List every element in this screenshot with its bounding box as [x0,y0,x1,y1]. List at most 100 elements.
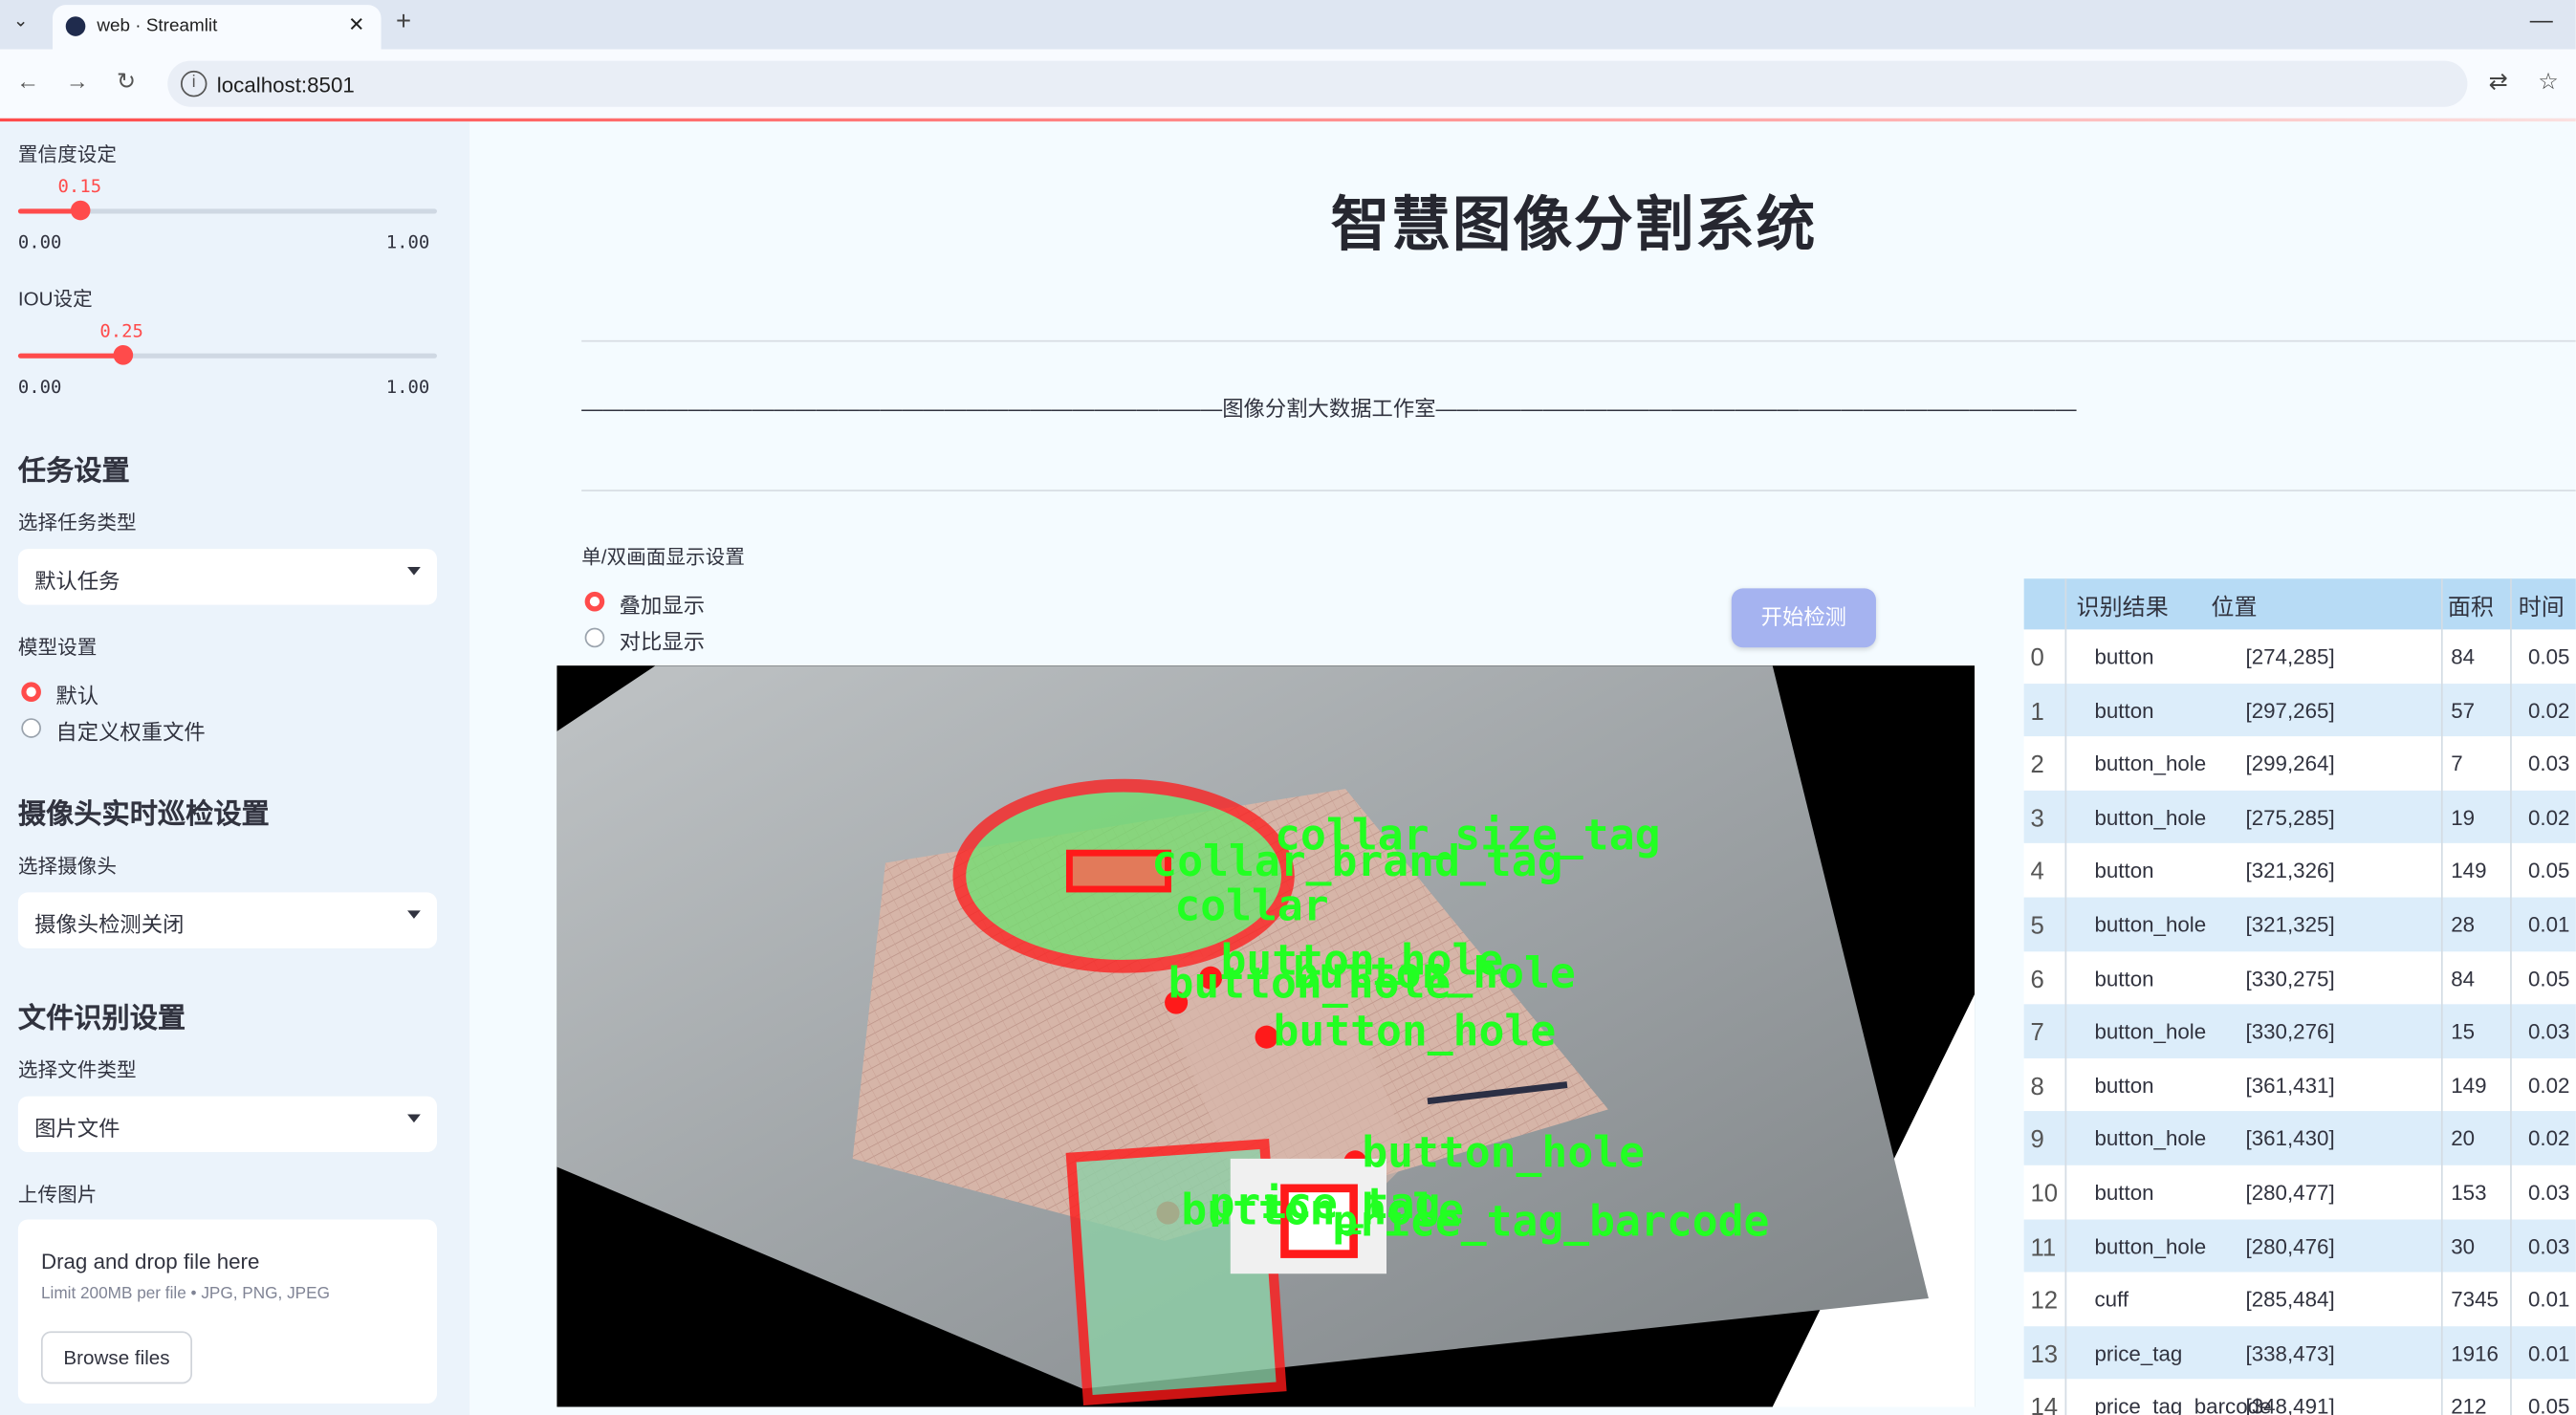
table-row[interactable]: 9 button_hole [361,430] 20 0.02 [2023,1111,2576,1165]
row-area: 20 [2451,1126,2476,1151]
row-index: 5 [2030,912,2044,941]
studio-banner: ——————————————————————————————图像分割大数据工作室… [581,396,2077,422]
file-settings-header: 文件识别设置 [17,1002,186,1034]
row-index: 3 [2030,804,2044,834]
row-time: 0.01 [2528,912,2570,937]
conf-min: 0.00 [17,231,62,253]
table-row[interactable]: 11 button_hole [280,476] 30 0.03 [2023,1218,2576,1273]
browser-tab[interactable]: web · Streamlit ✕ [52,5,382,50]
row-index: 13 [2030,1340,2059,1369]
table-row[interactable]: 12 cuff [285,484] 7345 0.01 [2024,1273,2576,1326]
conf-slider-handle[interactable] [71,200,91,221]
site-info-icon[interactable]: i [180,70,207,98]
table-row[interactable]: 7 button_hole [330,276] 15 0.03 [2023,1004,2576,1058]
label-text: collar_brand_tag [1151,837,1562,886]
radio-unselected-icon[interactable] [21,718,41,738]
minimize-icon[interactable]: — [2530,7,2553,33]
label-text: button_hole [1273,1006,1556,1056]
divider [581,339,2576,342]
row-time: 0.02 [2528,1073,2570,1098]
table-row[interactable]: 14 price_tag_barcode [348,491] 212 0.05 [2024,1380,2576,1415]
row-position: [274,285] [2245,643,2335,669]
column-divider [2064,578,2067,1415]
row-result: button [2094,697,2154,723]
row-position: [338,473] [2245,1340,2335,1366]
row-index: 12 [2030,1287,2059,1316]
start-detection-button[interactable]: 开始检测 [1731,588,1876,648]
row-position: [280,476] [2245,1233,2335,1259]
col-position[interactable]: 位置 [2211,590,2257,622]
row-time: 0.05 [2528,1394,2570,1415]
table-row[interactable]: 2 button_hole [299,264] 7 0.03 [2024,736,2576,790]
row-position: [321,325] [2245,912,2335,937]
table-row[interactable]: 6 button [330,275] 84 0.05 [2024,951,2576,1005]
table-row[interactable]: 0 button [274,285] 84 0.05 [2024,629,2576,683]
row-result: button_hole [2094,1019,2207,1044]
row-position: [330,276] [2245,1019,2335,1044]
col-area[interactable]: 面积 [2448,590,2494,622]
iou-slider-fill [17,353,123,359]
new-tab-icon[interactable]: + [396,9,411,38]
close-tab-icon[interactable]: ✕ [348,13,364,36]
label-text: price_tag_barcode [1332,1197,1769,1247]
file-type-label: 选择文件类型 [17,1058,137,1082]
tab-search-icon[interactable]: ⌄ [13,10,29,32]
label-text: button_hole [1168,958,1451,1008]
translate-icon[interactable]: ⇄ [2489,67,2508,95]
table-row[interactable]: 3 button_hole [275,285] 19 0.02 [2023,790,2576,844]
radio-unselected-icon[interactable] [584,627,605,648]
file-uploader[interactable]: Drag and drop file here Limit 200MB per … [17,1219,437,1404]
segmentation-result-image: collar_size_tag collar_brand_tag collar … [557,665,1976,1407]
conf-label: 置信度设定 [17,142,118,166]
row-time: 0.05 [2528,858,2570,883]
bookmark-star-icon[interactable]: ☆ [2538,67,2559,95]
row-index: 14 [2030,1394,2059,1415]
column-divider [2510,578,2512,1415]
row-time: 0.01 [2528,1287,2570,1313]
row-area: 57 [2451,697,2476,723]
forward-icon[interactable]: → [66,67,89,94]
row-area: 1916 [2451,1340,2499,1366]
col-time[interactable]: 时间 [2519,590,2565,622]
task-type-select[interactable]: 默认任务 [17,549,437,605]
back-icon[interactable]: ← [16,67,39,94]
browser-toolbar: ← → ↻ i localhost:8501 ⇄ ☆ [0,49,2576,120]
row-result: button_hole [2094,751,2207,776]
table-row[interactable]: 8 button [361,431] 149 0.02 [2024,1058,2576,1112]
table-row[interactable]: 1 button [297,265] 57 0.02 [2023,683,2576,737]
url-text[interactable]: localhost:8501 [217,73,355,98]
row-result: button [2094,858,2154,883]
chevron-down-icon [407,910,421,919]
browse-files-button[interactable]: Browse files [40,1331,193,1384]
iou-slider[interactable] [17,344,437,365]
row-position: [348,491] [2245,1394,2335,1415]
row-position: [321,326] [2245,858,2335,883]
row-position: [280,477] [2245,1180,2335,1206]
file-type-select[interactable]: 图片文件 [17,1096,437,1153]
table-row[interactable]: 5 button_hole [321,325] 28 0.01 [2023,897,2576,951]
result-image-svg: collar_size_tag collar_brand_tag collar … [557,665,1976,1407]
row-index: 6 [2030,966,2044,994]
row-result: button_hole [2094,1126,2207,1151]
conf-slider[interactable] [17,200,437,221]
camera-select[interactable]: 摄像头检测关闭 [17,892,437,948]
table-row[interactable]: 4 button [321,326] 149 0.05 [2024,844,2576,898]
display-option-label: 叠加显示 [619,593,706,619]
row-area: 153 [2451,1180,2487,1206]
table-row[interactable]: 13 price_tag [338,473] 1916 0.01 [2023,1325,2576,1380]
radio-selected-icon[interactable] [584,591,605,612]
table-row[interactable]: 10 button [280,477] 153 0.03 [2024,1165,2576,1219]
col-result[interactable]: 识别结果 [2077,590,2169,622]
camera-settings-header: 摄像头实时巡检设置 [17,798,270,831]
row-position: [297,265] [2245,697,2335,723]
page-title: 智慧图像分割系统 [1330,190,1818,258]
radio-selected-icon[interactable] [21,682,41,703]
file-type-value: 图片文件 [34,1116,120,1141]
row-area: 84 [2451,966,2476,990]
row-position: [330,275] [2245,966,2335,990]
address-bar[interactable]: i localhost:8501 [167,60,2468,107]
reload-icon[interactable]: ↻ [117,67,136,95]
iou-slider-handle[interactable] [113,344,133,365]
row-area: 7345 [2451,1287,2499,1313]
results-table[interactable]: 识别结果 位置 面积 时间 0 button [274,285] 84 0.05 1 but… [2023,578,2576,1415]
